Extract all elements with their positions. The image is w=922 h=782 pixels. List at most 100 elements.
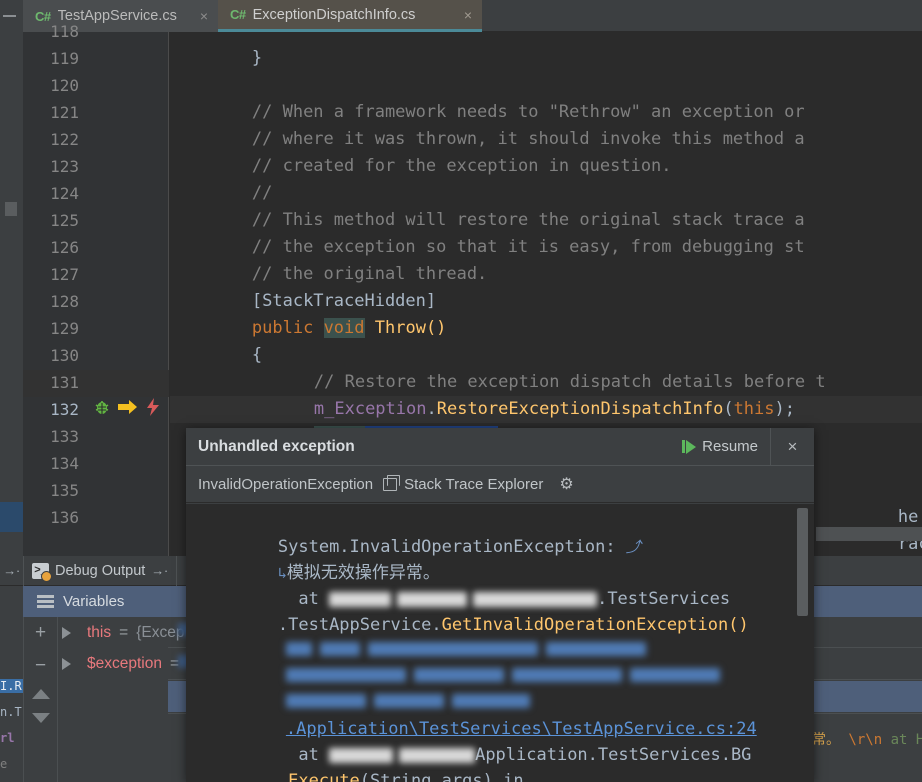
hamburger-icon [37,595,54,608]
lightning-icon[interactable] [145,398,161,421]
line-number: 131 [50,373,79,392]
copy-window-icon [383,474,401,491]
left-rail-top [0,0,23,32]
variables-list[interactable]: this = {Excep $exception = [58,617,184,782]
left-fragment-3: e [0,757,8,771]
gutter-row: 125 [23,207,169,234]
gutter-row: 131 [23,369,169,396]
line-number: 129 [50,319,79,338]
popup-subheader: InvalidOperationException Stack Trace Ex… [186,466,814,503]
gutter-row: 121 [23,99,169,126]
list-item[interactable]: this = {Excep [58,617,184,648]
rail-marker[interactable] [5,202,17,216]
line-number: 136 [50,508,79,527]
stack-trace-explorer-label: Stack Trace Explorer [404,475,544,493]
gutter-row: 134 [23,450,169,477]
method-name: Execute [288,771,360,782]
gutter-row: 135 [23,477,169,504]
gutter-row: 128 [23,288,169,315]
gutter-row: 130 [23,342,169,369]
gutter-row-current: 132 [23,396,169,423]
line-number: 124 [50,184,79,203]
editor-horizontal-scrollbar[interactable] [816,527,922,541]
expand-right-icon[interactable]: →· [151,563,168,578]
expand-left-icon[interactable]: →· [0,563,23,578]
popup-title: Unhandled exception [198,437,355,455]
close-icon[interactable]: × [461,8,472,22]
stack-trace-explorer-button[interactable]: Stack Trace Explorer [383,474,544,493]
chevron-right-icon[interactable] [62,657,71,670]
close-icon[interactable]: × [197,9,208,23]
rail-highlight [0,502,23,532]
line-number: 127 [50,265,79,284]
console-debug-icon: >_ [32,562,52,582]
variable-name: $exception [87,654,162,672]
variables-header-label: Variables [63,593,125,610]
gutter-row: 124 [23,180,169,207]
gutter-row: 118 [23,18,169,45]
line-number: 130 [50,346,79,365]
line-number: 120 [50,76,79,95]
line-number: 125 [50,211,79,230]
line-number: 122 [50,130,79,149]
chevron-right-icon[interactable] [62,626,71,639]
chevron-up-icon[interactable] [31,689,50,699]
line-number: 119 [50,49,79,68]
remove-watch-button[interactable]: − [35,656,46,675]
list-item[interactable]: $exception = [58,648,179,679]
collapse-handle-icon[interactable] [3,15,16,17]
resume-button[interactable]: Resume [682,438,770,455]
line-number: 126 [50,238,79,257]
gutter-row: 133 [23,423,169,450]
popup-title-bar: Unhandled exception Resume × [186,428,814,466]
code-line-132: throw m_Exception; [170,396,922,446]
line-number: 128 [50,292,79,311]
bug-icon[interactable] [93,398,111,421]
variables-toolbar: + − [23,617,58,782]
close-icon[interactable]: × [770,428,814,466]
arrow-right-icon [118,399,138,420]
editor-left-rail [0,32,23,556]
tab-exceptiondispatchinfo[interactable]: C# ExceptionDispatchInfo.cs × [218,0,482,32]
line-number: 118 [50,22,79,41]
wrap-arrow-icon: ⤴ [625,538,641,556]
stack-trace-scrollbar[interactable] [797,508,808,616]
resume-icon [682,439,697,454]
unhandled-exception-popup[interactable]: Unhandled exception Resume × InvalidOper… [186,428,814,782]
gutter-row: 122 [23,126,169,153]
line-number: 133 [50,427,79,446]
gutter-row: 136 [23,504,169,531]
left-fragment-2: rl [0,731,15,745]
gutter-row: 127 [23,261,169,288]
editor-gutter[interactable]: 118 119 120 121 122 123 124 125 126 127 … [23,22,169,556]
equals-sign: = [119,623,129,641]
csharp-file-icon: C# [230,7,246,22]
method-signature: (String args) in [359,771,524,782]
debug-output-tab[interactable]: >_ Debug Output →· [23,555,177,586]
gutter-row: 123 [23,153,169,180]
gutter-row: 129 [23,315,169,342]
line-number: 123 [50,157,79,176]
line-number: 135 [50,481,79,500]
chevron-down-icon[interactable] [31,713,50,723]
resume-label: Resume [702,438,758,455]
debug-output-label: Debug Output [55,562,146,579]
left-fragment-1: n.T [0,705,22,719]
variable-name: this [87,623,112,641]
tab-label: ExceptionDispatchInfo.cs [252,6,416,23]
redacted-link [629,668,720,682]
stack-trace-content[interactable]: System.InvalidOperationException: ⤴ ↳模拟无… [186,504,814,782]
watch-cjk-fragment: 常。 [812,732,840,748]
variables-header-rail [0,586,23,617]
trace-line-9: .Execute(String args) in [196,742,524,782]
gear-icon[interactable]: ⚙ [559,474,573,494]
left-fragment-0: I.R [0,679,23,693]
watch-green-fragment: at HK [890,732,922,748]
code-line-131: m_Exception.RestoreExceptionDispatchInfo… [170,369,922,419]
line-number: 132 [50,400,79,419]
watch-escape-fragment: \r\n [840,732,891,748]
watch-expression-text: 常。 \r\n at HK [812,729,922,749]
add-watch-button[interactable]: + [35,623,46,642]
code-line-128: public void Throw() [170,288,922,338]
gutter-row: 126 [23,234,169,261]
